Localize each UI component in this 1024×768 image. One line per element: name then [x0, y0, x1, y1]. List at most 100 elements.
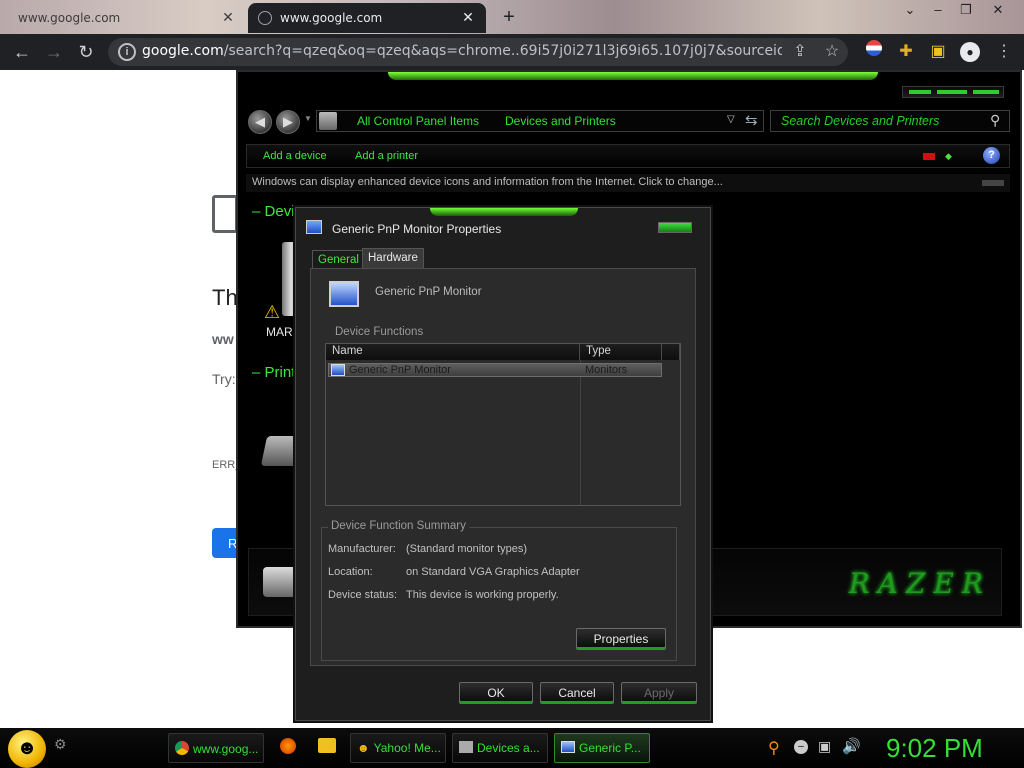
- dialog-close-button[interactable]: [658, 222, 692, 233]
- hardware-tab-panel: Generic PnP Monitor Device Functions Nam…: [310, 268, 696, 666]
- apply-button[interactable]: Apply: [621, 682, 697, 704]
- monitor-icon: [306, 220, 322, 234]
- razer-logo: RAZER: [848, 567, 991, 600]
- row-type: Monitors: [585, 364, 628, 376]
- taskbar: ☻ ⚙ www.goog... ☻ Yahoo! Me... Devices a.…: [0, 728, 1024, 768]
- tab-title: www.google.com: [18, 11, 121, 25]
- extension-flag-icon[interactable]: [862, 40, 886, 64]
- share-icon[interactable]: ⇪: [788, 40, 812, 64]
- dialog-glow: [430, 208, 578, 216]
- control-panel-icon: [319, 112, 337, 130]
- function-summary-group: Device Function Summary Manufacturer: (S…: [321, 520, 677, 661]
- view-options-icon[interactable]: [923, 153, 935, 160]
- ok-button[interactable]: OK: [459, 682, 533, 704]
- error-try-text: Try:: [212, 371, 236, 387]
- new-tab-button[interactable]: +: [496, 6, 522, 30]
- add-printer-button[interactable]: Add a printer: [355, 150, 418, 162]
- globe-icon: [258, 11, 272, 25]
- view-dropdown-icon[interactable]: ◆: [945, 151, 952, 162]
- help-icon[interactable]: ?: [983, 147, 1000, 164]
- url-text[interactable]: google.com/search?q=qzeq&oq=qzeq&aqs=chr…: [142, 43, 782, 59]
- cancel-button[interactable]: Cancel: [540, 682, 614, 704]
- clock[interactable]: 9:02 PM: [886, 733, 983, 764]
- forward-icon[interactable]: ▶: [276, 110, 300, 134]
- profile-avatar-icon[interactable]: ●: [958, 40, 982, 64]
- taskbar-generic-button[interactable]: Generic P...: [554, 733, 650, 763]
- minimize-icon[interactable]: –: [924, 0, 952, 22]
- taskbar-label: Generic P...: [579, 741, 641, 755]
- explorer-address-bar[interactable]: All Control Panel Items Devices and Prin…: [316, 110, 764, 132]
- tab-hardware[interactable]: Hardware: [362, 248, 424, 270]
- window-glow: [388, 72, 878, 80]
- warning-icon: ⚠: [264, 302, 281, 322]
- firefox-icon[interactable]: [280, 738, 296, 754]
- window-controls[interactable]: [902, 86, 1004, 98]
- close-tab-icon[interactable]: ✕: [220, 10, 236, 26]
- tab-search-icon[interactable]: ⌄: [896, 0, 924, 22]
- refresh-icon[interactable]: ⇆: [745, 111, 758, 129]
- close-window-icon[interactable]: ✕: [984, 0, 1012, 22]
- history-dropdown-icon[interactable]: ▼: [304, 114, 312, 123]
- search-devices-input[interactable]: Search Devices and Printers: [770, 110, 1010, 132]
- network-icon[interactable]: ▣: [818, 738, 831, 755]
- folder-icon[interactable]: [318, 738, 336, 753]
- device-name: Generic PnP Monitor: [375, 286, 482, 298]
- site-info-icon[interactable]: i: [118, 43, 136, 61]
- restore-icon[interactable]: ❐: [952, 0, 980, 22]
- puzzle-extensions-icon[interactable]: ✚: [894, 40, 918, 64]
- device-functions-list[interactable]: Name Type Generic PnP Monitor Monitors: [325, 343, 681, 506]
- search-icon[interactable]: ⚲: [990, 112, 1000, 129]
- volume-icon[interactable]: 🔊: [842, 737, 861, 755]
- start-smiley-icon[interactable]: ☻: [8, 730, 46, 768]
- properties-button[interactable]: Properties: [576, 628, 666, 650]
- column-header-name[interactable]: Name: [326, 344, 580, 360]
- monitor-row-icon: [331, 364, 345, 376]
- taskbar-chrome-button[interactable]: www.goog...: [168, 733, 264, 763]
- taskbar-devices-button[interactable]: Devices a...: [452, 733, 548, 763]
- error-heading: Th: [212, 285, 238, 310]
- manufacturer-value: (Standard monitor types): [406, 543, 528, 555]
- back-arrow-icon[interactable]: ←: [8, 39, 36, 65]
- device-label: MAR: [266, 325, 293, 339]
- status-value: This device is working properly.: [406, 589, 559, 601]
- column-header-type[interactable]: Type: [580, 344, 662, 360]
- url-path: /search?q=qzeq&oq=qzeq&aqs=chrome..69i57…: [223, 43, 782, 59]
- search-tray-icon[interactable]: ⚲: [768, 738, 780, 758]
- address-bar[interactable]: i google.com/search?q=qzeq&oq=qzeq&aqs=c…: [108, 38, 848, 66]
- browser-tab-2-active[interactable]: www.google.com ✕: [248, 3, 486, 33]
- add-device-button[interactable]: Add a device: [263, 150, 327, 162]
- tray-status-icon[interactable]: –: [794, 740, 808, 754]
- menu-kebab-icon[interactable]: ⋮: [992, 40, 1016, 64]
- forward-arrow-icon[interactable]: →: [40, 39, 68, 65]
- info-bar[interactable]: Windows can display enhanced device icon…: [246, 174, 1010, 192]
- reload-icon[interactable]: ↻: [72, 39, 100, 65]
- error-page-icon: [212, 195, 238, 233]
- bookmark-star-icon[interactable]: ☆: [820, 40, 844, 64]
- back-icon[interactable]: ◀: [248, 110, 272, 134]
- chrome-icon: [175, 741, 189, 755]
- taskbar-label: www.goog...: [193, 742, 259, 756]
- close-tab-icon[interactable]: ✕: [460, 10, 476, 26]
- breadcrumb-control-panel[interactable]: All Control Panel Items: [357, 114, 479, 128]
- url-host: google.com: [142, 43, 224, 59]
- tab-title: www.google.com: [280, 11, 383, 25]
- location-value: on Standard VGA Graphics Adapter: [406, 566, 580, 578]
- table-row[interactable]: Generic PnP Monitor Monitors: [328, 363, 662, 377]
- column-header-spacer: [662, 344, 680, 360]
- status-label: Device status:: [328, 589, 398, 601]
- taskbar-yahoo-button[interactable]: ☻ Yahoo! Me...: [350, 733, 446, 763]
- tab-general[interactable]: General: [312, 250, 365, 270]
- monitor-large-icon: [329, 281, 359, 307]
- browser-tab-1[interactable]: www.google.com ✕: [8, 3, 246, 33]
- info-bar-close[interactable]: [982, 180, 1004, 186]
- address-dropdown-icon[interactable]: ▽: [727, 114, 735, 125]
- command-bar: Add a device Add a printer ◆ ?: [246, 144, 1010, 168]
- error-url: ww: [212, 331, 234, 347]
- breadcrumb-devices-printers[interactable]: Devices and Printers: [505, 114, 616, 128]
- side-panel-icon[interactable]: ▣: [926, 40, 950, 64]
- taskbar-label: Devices a...: [477, 741, 540, 755]
- dialog-title: Generic PnP Monitor Properties: [332, 222, 502, 236]
- quick-launch-icon[interactable]: ⚙: [54, 736, 67, 753]
- row-name: Generic PnP Monitor: [349, 364, 451, 376]
- yahoo-smiley-icon: ☻: [357, 741, 370, 755]
